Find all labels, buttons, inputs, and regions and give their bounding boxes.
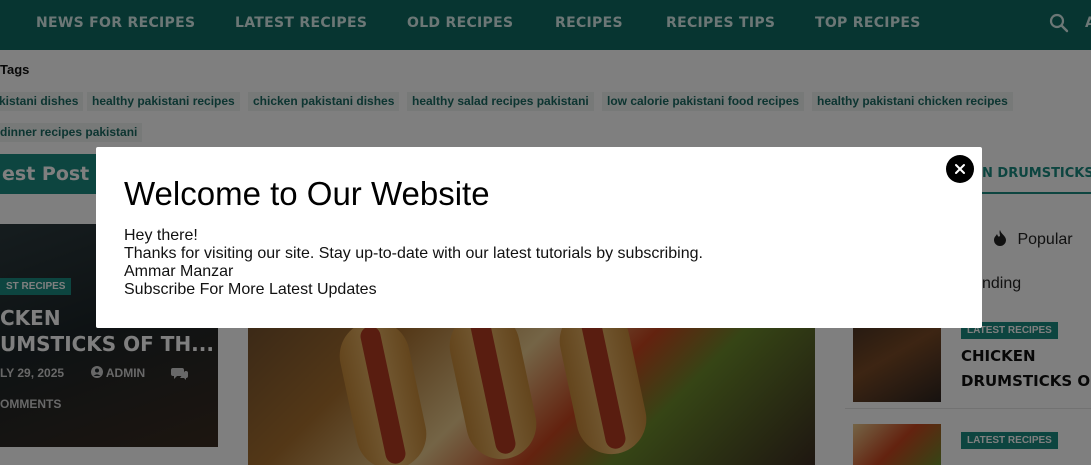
welcome-modal: Welcome to Our Website Hey there! Thanks…: [96, 147, 982, 328]
modal-author: Ammar Manzar: [124, 263, 234, 280]
modal-cta: Subscribe For More Latest Updates: [124, 281, 377, 298]
modal-greeting: Hey there!: [124, 227, 198, 244]
close-icon[interactable]: [946, 155, 974, 183]
modal-message: Thanks for visiting our site. Stay up-to…: [124, 245, 703, 262]
modal-title: Welcome to Our Website: [124, 175, 490, 212]
